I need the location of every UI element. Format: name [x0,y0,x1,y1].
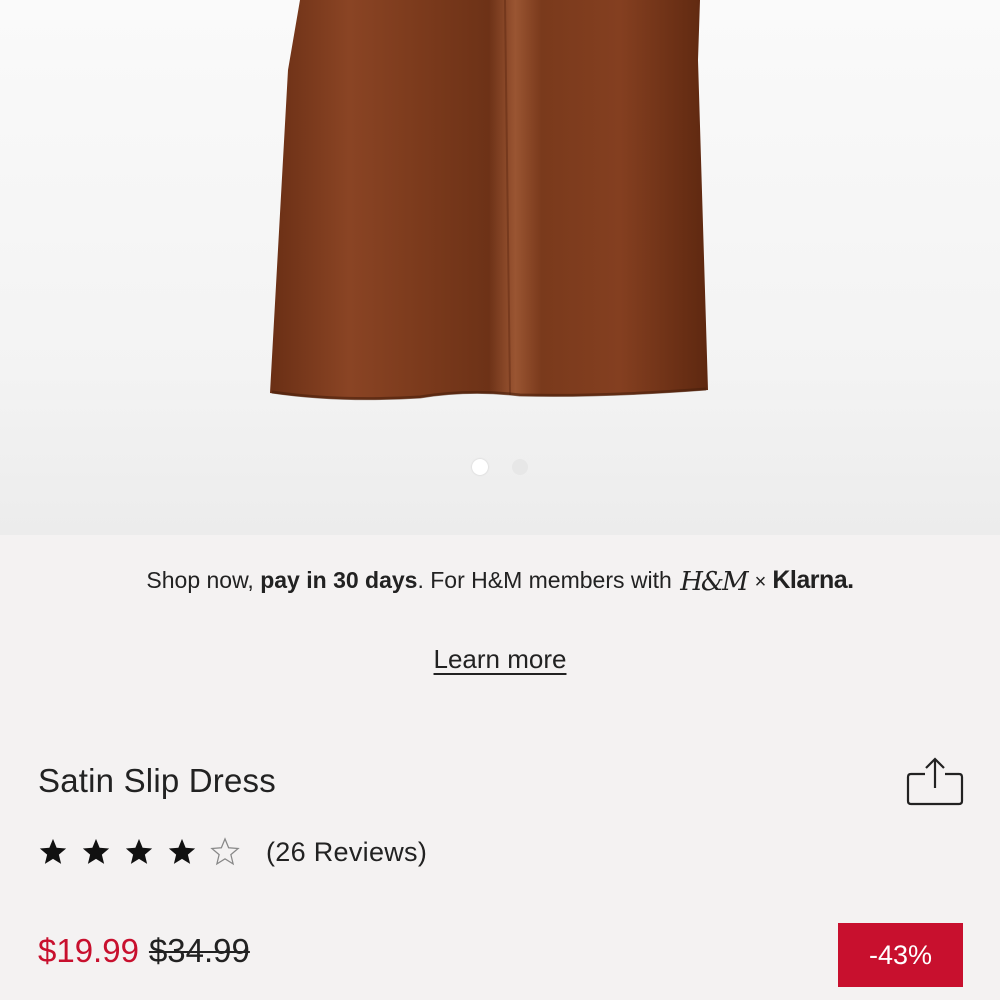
product-title: Satin Slip Dress [38,762,276,799]
carousel-dot-2[interactable] [512,459,528,475]
carousel-dot-1[interactable] [472,459,488,475]
promo-text-after: . For H&M members with [417,567,679,593]
share-button[interactable] [905,756,965,808]
learn-more-container: Learn more [0,641,1000,677]
promo-text-before: Shop now, [146,567,261,593]
klarna-promo-banner: Shop now, pay in 30 days. For H&M member… [0,560,1000,602]
promo-times: × [754,571,767,593]
discount-badge: -43% [838,923,963,987]
share-icon [906,757,964,806]
hm-logo: H&M [680,567,748,597]
star-filled-icon [168,838,196,864]
original-price: $34.99 [148,932,250,969]
reviews-link[interactable]: (26 Reviews) [266,837,427,868]
product-rating: (26 Reviews) [38,832,427,872]
price: $19.99 $34.99 [38,932,250,982]
sale-price: $19.99 [38,932,139,969]
star-filled-icon [82,838,110,864]
promo-text-bold: pay in 30 days [260,567,418,593]
klarna-logo: Klarna. [772,566,854,594]
product-image [270,0,708,401]
product-image-carousel[interactable] [0,0,1000,535]
star-filled-icon [39,838,67,864]
learn-more-link[interactable]: Learn more [434,644,567,674]
carousel-indicator [0,459,1000,475]
star-outline-icon [210,837,240,866]
star-filled-icon [125,838,153,864]
